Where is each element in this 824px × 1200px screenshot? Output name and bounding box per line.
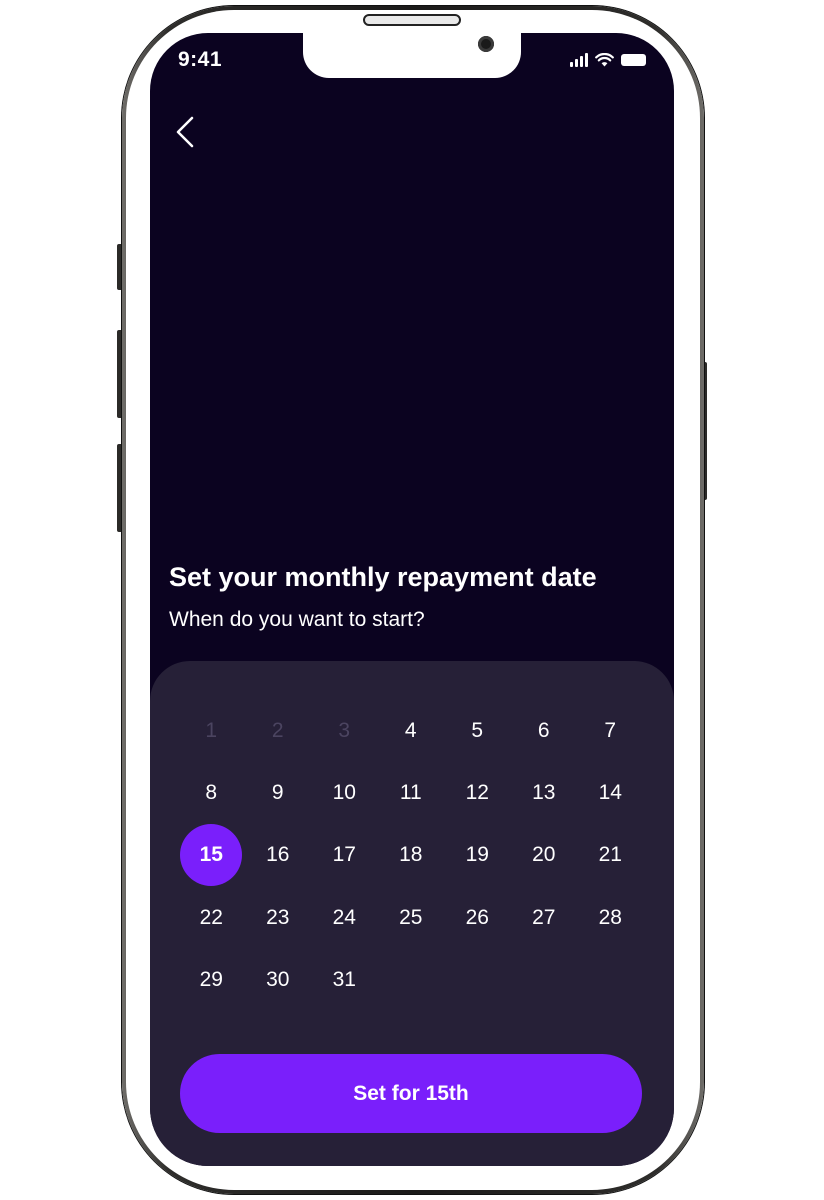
date-picker-sheet: 1 2 3 4 5 6 7 8 9 10 11 12 13 14 15 16 17 18 19 20 21 22 23 24 2… — [150, 661, 674, 1166]
day-label: 8 — [205, 781, 218, 805]
day-cell[interactable]: 28 — [577, 887, 644, 949]
day-cell[interactable]: 17 — [311, 824, 378, 886]
page-subtitle: When do you want to start? — [169, 608, 425, 631]
day-cell[interactable]: 7 — [577, 700, 644, 762]
day-label: 20 — [532, 843, 556, 867]
day-label: 7 — [604, 719, 617, 743]
day-cell[interactable]: 6 — [511, 700, 578, 762]
day-label: 15 — [180, 824, 243, 887]
day-label: 24 — [332, 905, 356, 929]
day-cell[interactable]: 29 — [178, 949, 245, 1011]
day-cell: 1 — [178, 700, 245, 762]
day-label: 4 — [404, 719, 417, 743]
day-cell[interactable]: 5 — [444, 700, 511, 762]
day-cell[interactable]: 24 — [311, 887, 378, 949]
chevron-left-icon — [176, 116, 194, 148]
day-cell: 3 — [311, 700, 378, 762]
day-cell[interactable]: 21 — [577, 824, 644, 886]
day-cell[interactable]: 31 — [311, 949, 378, 1011]
day-label: 9 — [271, 781, 284, 805]
day-cell[interactable]: 23 — [245, 887, 312, 949]
day-label: 3 — [338, 719, 351, 743]
day-cell[interactable]: 9 — [245, 762, 312, 824]
set-date-button[interactable]: Set for 15th — [180, 1054, 642, 1133]
earpiece-speaker — [363, 14, 461, 26]
day-label: 25 — [399, 905, 423, 929]
day-label: 18 — [399, 843, 423, 867]
day-label: 21 — [598, 843, 622, 867]
day-label: 1 — [205, 719, 218, 743]
day-label: 27 — [532, 905, 556, 929]
day-cell[interactable]: 19 — [444, 824, 511, 886]
day-cell[interactable]: 16 — [245, 824, 312, 886]
device-mockup: 9:41 Set your monthly repayment date Whe… — [0, 0, 824, 1200]
day-label: 22 — [199, 905, 223, 929]
day-cell: 2 — [245, 700, 312, 762]
day-label: 16 — [266, 843, 290, 867]
day-cell[interactable]: 22 — [178, 887, 245, 949]
day-cell-selected[interactable]: 15 — [178, 824, 245, 887]
day-cell[interactable]: 13 — [511, 762, 578, 824]
day-label: 17 — [332, 843, 356, 867]
day-label: 23 — [266, 905, 290, 929]
page-title: Set your monthly repayment date — [169, 562, 597, 592]
day-cell[interactable]: 4 — [378, 700, 445, 762]
day-label: 2 — [271, 719, 284, 743]
day-cell[interactable]: 30 — [245, 949, 312, 1011]
day-label: 30 — [266, 967, 290, 991]
notch — [303, 33, 521, 78]
day-cell[interactable]: 26 — [444, 887, 511, 949]
day-grid: 1 2 3 4 5 6 7 8 9 10 11 12 13 14 15 16 17 18 19 20 21 22 23 24 2… — [178, 700, 644, 1011]
day-cell[interactable]: 10 — [311, 762, 378, 824]
day-label: 14 — [598, 781, 622, 805]
day-label: 5 — [471, 719, 484, 743]
day-label: 31 — [332, 967, 356, 991]
day-cell[interactable]: 8 — [178, 762, 245, 824]
day-cell[interactable]: 25 — [378, 887, 445, 949]
wifi-icon — [595, 53, 614, 67]
day-cell[interactable]: 11 — [378, 762, 445, 824]
status-time: 9:41 — [178, 48, 223, 71]
day-label: 12 — [465, 781, 489, 805]
app-screen: 9:41 Set your monthly repayment date Whe… — [150, 33, 674, 1166]
front-camera-icon — [478, 36, 494, 52]
day-label: 10 — [332, 781, 356, 805]
signal-icon — [570, 53, 588, 67]
day-cell[interactable]: 12 — [444, 762, 511, 824]
day-label: 28 — [598, 905, 622, 929]
back-button[interactable] — [172, 113, 202, 153]
day-label: 6 — [537, 719, 550, 743]
day-label: 29 — [199, 967, 223, 991]
day-cell[interactable]: 18 — [378, 824, 445, 886]
status-icons — [570, 53, 646, 67]
day-cell[interactable]: 20 — [511, 824, 578, 886]
battery-icon — [621, 54, 646, 66]
day-label: 19 — [465, 843, 489, 867]
day-cell[interactable]: 14 — [577, 762, 644, 824]
day-label: 13 — [532, 781, 556, 805]
day-label: 11 — [399, 781, 422, 805]
day-label: 26 — [465, 905, 489, 929]
day-cell[interactable]: 27 — [511, 887, 578, 949]
